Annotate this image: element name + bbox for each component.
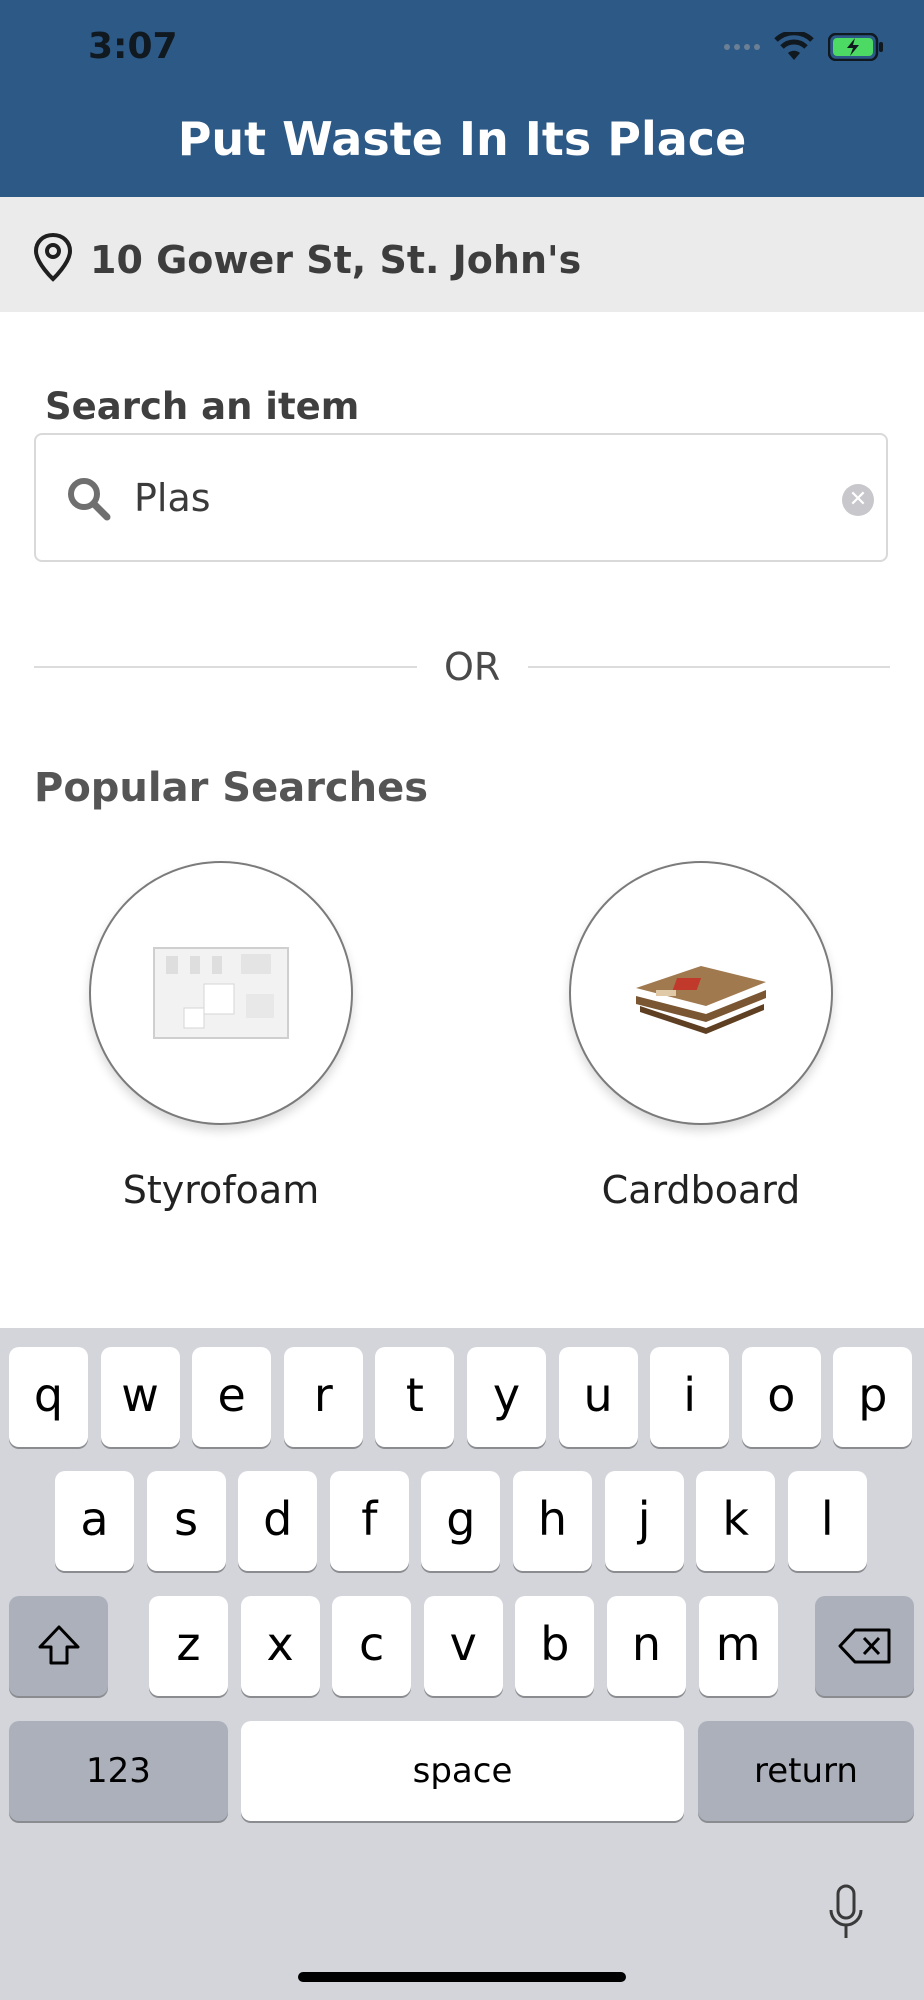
app-title: Put Waste In Its Place	[177, 112, 747, 166]
clear-search-icon[interactable]: ✕	[842, 484, 874, 516]
cardboard-image	[636, 966, 766, 1034]
key-q[interactable]: q	[9, 1347, 88, 1447]
key-j[interactable]: j	[604, 1471, 684, 1571]
key-f[interactable]: f	[329, 1471, 409, 1571]
space-key[interactable]: space	[241, 1721, 684, 1821]
return-key[interactable]: return	[698, 1721, 914, 1821]
search-icon	[68, 478, 111, 521]
key-n[interactable]: n	[607, 1596, 686, 1696]
key-v[interactable]: v	[423, 1596, 503, 1696]
key-a[interactable]: a	[55, 1471, 134, 1571]
key-m[interactable]: m	[698, 1596, 778, 1696]
popular-item-label[interactable]: Styrofoam	[71, 1168, 371, 1212]
key-i[interactable]: i	[650, 1347, 730, 1447]
key-y[interactable]: y	[467, 1347, 546, 1447]
divider-line	[528, 666, 890, 668]
key-t[interactable]: t	[375, 1347, 455, 1447]
divider-line	[34, 666, 417, 668]
shift-icon	[38, 1625, 79, 1665]
key-b[interactable]: b	[515, 1596, 595, 1696]
battery-charging-icon	[828, 33, 883, 61]
key-h[interactable]: h	[513, 1471, 592, 1571]
location-address[interactable]: 10 Gower St, St. John's	[90, 238, 581, 282]
key-g[interactable]: g	[421, 1471, 501, 1571]
or-divider-text: OR	[444, 645, 501, 689]
key-u[interactable]: u	[558, 1347, 638, 1447]
wifi-icon	[774, 32, 814, 60]
key-x[interactable]: x	[240, 1596, 320, 1696]
key-l[interactable]: l	[787, 1471, 867, 1571]
key-c[interactable]: c	[332, 1596, 412, 1696]
shift-key[interactable]	[9, 1596, 108, 1696]
styrofoam-image	[153, 947, 289, 1039]
key-k[interactable]: k	[696, 1471, 776, 1571]
numbers-key[interactable]: 123	[9, 1721, 228, 1821]
key-w[interactable]: w	[100, 1347, 180, 1447]
status-icons	[724, 32, 884, 62]
backspace-icon	[838, 1628, 890, 1664]
cellular-signal-icon	[724, 44, 760, 50]
key-o[interactable]: o	[741, 1347, 821, 1447]
key-s[interactable]: s	[146, 1471, 226, 1571]
search-label: Search an item	[45, 385, 360, 428]
location-pin-icon	[33, 232, 73, 282]
key-d[interactable]: d	[238, 1471, 318, 1571]
key-z[interactable]: z	[149, 1596, 228, 1696]
key-e[interactable]: e	[192, 1347, 272, 1447]
popular-item-label[interactable]: Cardboard	[551, 1168, 851, 1212]
app-header: 3:07 Put Waste In Its Place	[0, 0, 924, 197]
home-indicator	[298, 1972, 626, 1982]
delete-key[interactable]	[815, 1596, 914, 1696]
popular-searches-title: Popular Searches	[34, 765, 429, 811]
key-p[interactable]: p	[833, 1347, 913, 1447]
on-screen-keyboard: qwertyuiop asdfghjkl zxcvbnm	[0, 1328, 924, 2000]
key-r[interactable]: r	[283, 1347, 363, 1447]
popular-item-cardboard[interactable]	[569, 861, 833, 1125]
status-time: 3:07	[88, 26, 178, 67]
microphone-icon[interactable]	[826, 1884, 866, 1944]
search-input-value[interactable]: Plas	[134, 476, 211, 520]
popular-item-styrofoam[interactable]	[89, 861, 353, 1125]
